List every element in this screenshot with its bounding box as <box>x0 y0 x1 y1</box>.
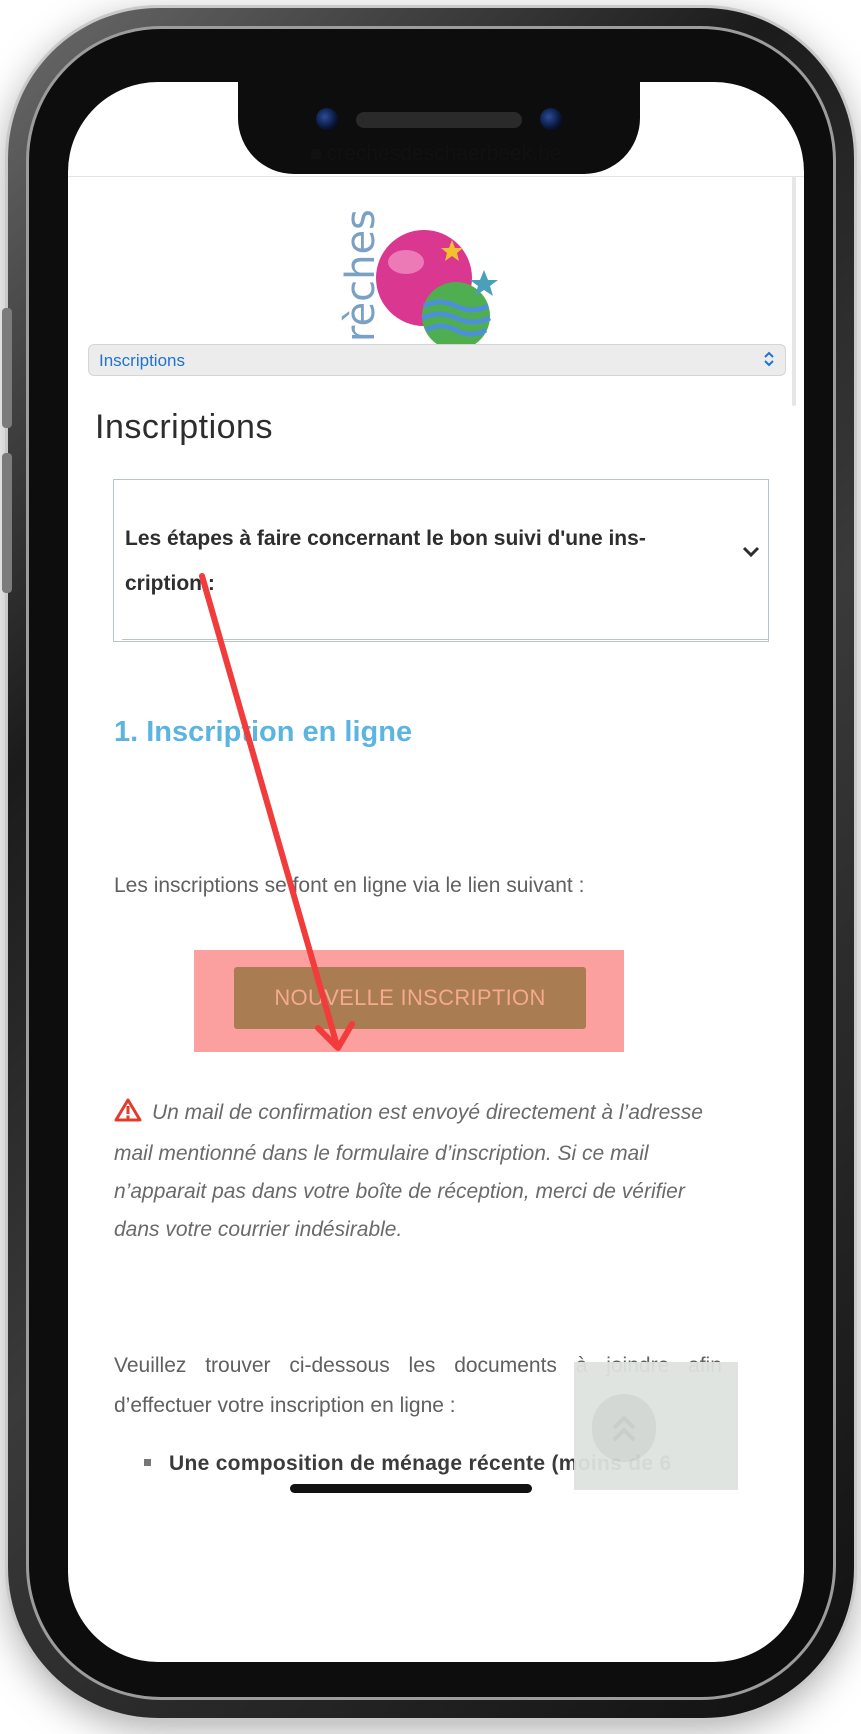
home-indicator[interactable] <box>290 1484 532 1493</box>
page-nav-select[interactable]: Inscriptions <box>88 344 786 376</box>
camera-icon <box>540 108 562 130</box>
word: les <box>408 1354 436 1377</box>
accordion[interactable]: Les étapes à faire concernant le bon sui… <box>113 479 769 642</box>
section-heading: 1. Inscription en ligne <box>114 716 413 748</box>
word: trouver <box>205 1354 271 1377</box>
accordion-title-line: Les étapes à faire concernant le bon sui… <box>125 527 646 550</box>
camera-icon <box>316 108 338 130</box>
bullet <box>144 1459 151 1466</box>
screen: crechesdeschaerbeek.be Crèches Inscripti… <box>68 82 804 1662</box>
warning-text: Un mail de confirmation est envoyé direc… <box>114 1101 703 1241</box>
back-to-top-button[interactable] <box>574 1362 738 1490</box>
side-button <box>2 308 12 428</box>
new-registration-button[interactable]: NOUVELLE INSCRIPTION <box>234 967 586 1029</box>
speaker <box>356 112 522 128</box>
url-text: crechesdeschaerbeek.be <box>326 142 562 165</box>
double-chevron-up-icon <box>612 1415 636 1442</box>
warning-triangle-icon <box>114 1097 142 1135</box>
chevron-down-icon[interactable] <box>740 540 762 562</box>
word: ci-dessous <box>289 1354 390 1377</box>
side-button <box>2 453 12 593</box>
warning-note: Un mail de confirmation est envoyé direc… <box>114 1094 714 1249</box>
divider <box>122 639 768 640</box>
updown-chevron-icon <box>763 350 775 371</box>
scrollbar[interactable] <box>792 176 796 406</box>
lock-icon <box>310 149 321 159</box>
accordion-title-line: cription : <box>125 572 215 595</box>
accordion-title: Les étapes à faire concernant le bon sui… <box>125 516 685 606</box>
address-bar[interactable]: crechesdeschaerbeek.be <box>68 142 804 174</box>
word: Veuillez <box>114 1354 187 1377</box>
page-title: Inscriptions <box>95 408 273 446</box>
word: documents <box>454 1354 557 1377</box>
select-value: Inscriptions <box>99 351 185 370</box>
intro-text: Les inscriptions se font en ligne via le… <box>114 874 585 897</box>
